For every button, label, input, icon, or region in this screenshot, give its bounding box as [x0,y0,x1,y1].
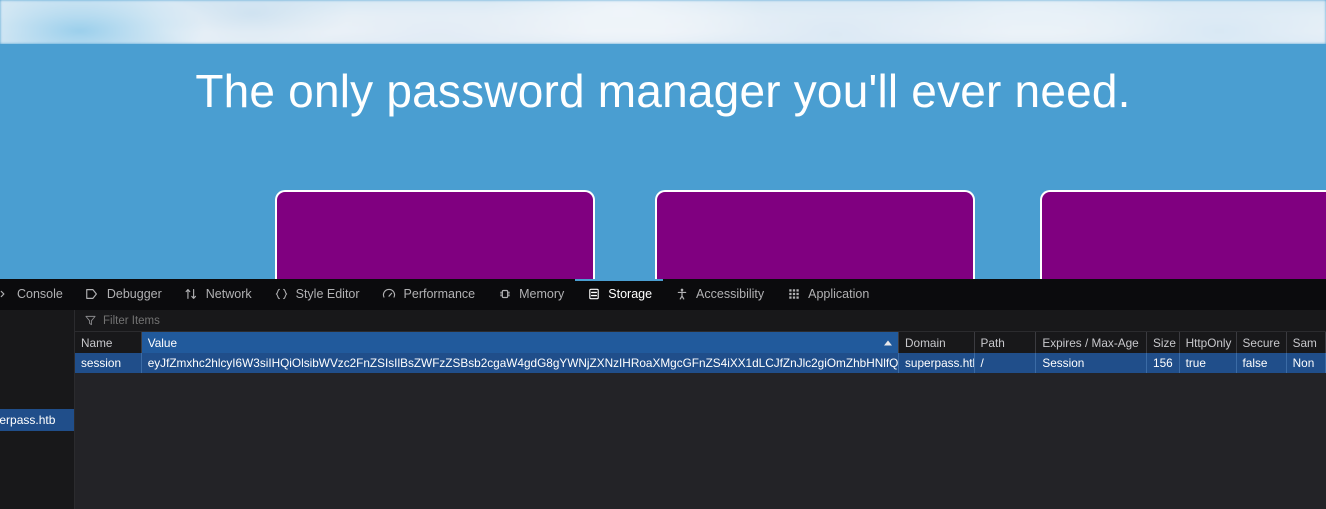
filter-bar[interactable]: Filter Items [75,310,1326,332]
tab-label: Debugger [106,287,162,301]
cell-httponly: true [1180,353,1237,373]
tab-performance[interactable]: Performance [371,279,487,309]
column-header-secure[interactable]: Secure [1237,332,1287,353]
cell-domain: superpass.htb [899,353,975,373]
column-header-domain[interactable]: Domain [899,332,975,353]
cookies-table: Name Value Domain Path Expires / Max-Age… [75,332,1326,509]
page-hero-banner-image [0,0,1326,44]
web-page-content: The only password manager you'll ever ne… [0,0,1326,279]
table-empty-area [75,373,1326,509]
performance-icon [382,287,397,302]
accessibility-icon [674,287,689,302]
column-header-label: Value [147,335,178,350]
cell-expires: Session [1036,353,1148,373]
debugger-icon [85,287,100,302]
tab-network[interactable]: Network [173,279,263,309]
network-icon [184,287,199,302]
column-header-path[interactable]: Path [975,332,1037,353]
console-icon [0,287,10,302]
tab-accessibility[interactable]: Accessibility [663,279,775,309]
pricing-card-2[interactable] [655,190,975,279]
devtools-body: superpass.htb Filter Items Name Value [0,310,1326,509]
tab-label: Performance [403,287,476,301]
tab-debugger[interactable]: Debugger [74,279,173,309]
filter-input-placeholder[interactable]: Filter Items [103,315,160,327]
tab-console[interactable]: Console [0,279,74,309]
cell-path: / [975,353,1037,373]
pricing-card-row [0,190,1326,279]
column-header-samesite[interactable]: Sam [1287,332,1326,353]
cell-name: session [75,353,142,373]
screenshot-root: The only password manager you'll ever ne… [0,0,1326,509]
tab-label: Network [205,287,252,301]
cell-secure: false [1237,353,1287,373]
cell-size: 156 [1147,353,1180,373]
tab-label: Application [808,287,870,301]
pricing-card-3[interactable] [1040,190,1326,279]
tab-label: Storage [608,287,653,301]
pricing-card-1[interactable] [275,190,595,279]
table-row[interactable]: session eyJfZmxhc2hlcyI6W3siIHQiOlsibWVz… [75,353,1326,373]
devtools-tab-strip: Console Debugger Network Style Editor Pe… [0,279,1326,310]
tab-memory[interactable]: Memory [486,279,575,309]
storage-icon [586,287,601,302]
table-header-row: Name Value Domain Path Expires / Max-Age… [75,332,1326,353]
storage-tree-sidebar[interactable]: superpass.htb [0,310,75,509]
filter-icon [85,315,96,326]
sidebar-item-label: superpass.htb [0,413,56,427]
tab-label: Console [17,287,63,301]
sort-ascending-icon [884,340,892,345]
tab-label: Memory [519,287,565,301]
page-title: The only password manager you'll ever ne… [195,65,1131,117]
sidebar-item-cookies-host[interactable]: superpass.htb [0,409,74,431]
storage-table-panel: Filter Items Name Value Domain Path Expi… [75,310,1326,509]
devtools-panel: Console Debugger Network Style Editor Pe… [0,279,1326,509]
cell-samesite: Non [1287,353,1326,373]
tab-storage[interactable]: Storage [575,279,663,309]
tab-application[interactable]: Application [775,279,880,309]
application-icon [786,287,801,302]
tab-style-editor[interactable]: Style Editor [263,279,371,309]
column-header-expires[interactable]: Expires / Max-Age [1036,332,1148,353]
memory-icon [497,287,512,302]
tab-label: Style Editor [295,287,360,301]
cell-value: eyJfZmxhc2hlcyI6W3siIHQiOlsibWVzc2FnZSIs… [142,353,899,373]
column-header-httponly[interactable]: HttpOnly [1180,332,1237,353]
column-header-size[interactable]: Size [1147,332,1180,353]
style-editor-icon [274,287,289,302]
column-header-name[interactable]: Name [75,332,142,353]
column-header-value[interactable]: Value [141,332,899,353]
tab-label: Accessibility [696,287,765,301]
